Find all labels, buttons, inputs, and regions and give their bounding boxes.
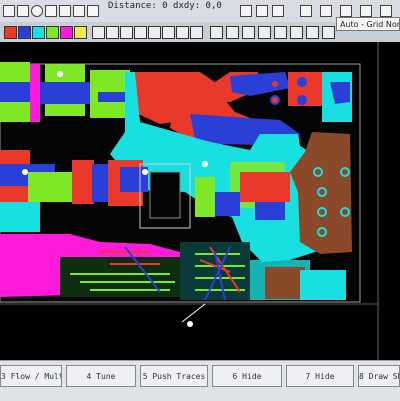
layer-swatch-icon[interactable] bbox=[74, 26, 87, 39]
unroute-icon[interactable] bbox=[306, 26, 319, 39]
tool-icon-h[interactable] bbox=[380, 5, 392, 17]
via bbox=[187, 321, 193, 327]
via bbox=[270, 95, 280, 105]
copper-pour bbox=[265, 267, 305, 299]
layer-icon[interactable] bbox=[176, 26, 189, 39]
red-pour bbox=[72, 160, 94, 204]
pcb-layout[interactable] bbox=[0, 42, 400, 360]
text-icon[interactable] bbox=[134, 26, 147, 39]
fkey-hide-2[interactable]: 7 Hide bbox=[286, 365, 354, 387]
fkey-draw-sh[interactable]: 8 Draw Sh bbox=[358, 365, 400, 387]
measure-icon[interactable] bbox=[59, 5, 71, 17]
via bbox=[313, 167, 323, 177]
via bbox=[317, 207, 327, 217]
layer-swatch-icon[interactable] bbox=[32, 26, 45, 39]
blue-trace bbox=[255, 202, 285, 220]
route-icon[interactable] bbox=[92, 26, 105, 39]
layer-swatch-icon[interactable] bbox=[18, 26, 31, 39]
blue-trace bbox=[98, 92, 126, 102]
arc-icon[interactable] bbox=[258, 26, 271, 39]
via bbox=[270, 79, 280, 89]
layer-swatch-icon[interactable] bbox=[4, 26, 17, 39]
align-icon[interactable] bbox=[210, 26, 223, 39]
distance-readout: Distance: 0 dxdy: 0,0 bbox=[108, 1, 222, 11]
layer-swatch-icon[interactable] bbox=[46, 26, 59, 39]
via-icon[interactable] bbox=[31, 5, 43, 17]
settings-icon[interactable] bbox=[322, 26, 335, 39]
zoom-icon[interactable] bbox=[17, 5, 29, 17]
cursor-line bbox=[181, 303, 206, 323]
highlight-icon[interactable] bbox=[290, 26, 303, 39]
layer-swatch-icon[interactable] bbox=[60, 26, 73, 39]
via bbox=[202, 161, 208, 167]
via bbox=[297, 95, 307, 105]
via-icon[interactable] bbox=[106, 26, 119, 39]
tool-icon-e[interactable] bbox=[320, 5, 332, 17]
properties-icon[interactable] bbox=[87, 5, 99, 17]
tool-icon-b[interactable] bbox=[256, 5, 268, 17]
cyan-pour bbox=[0, 202, 40, 232]
select-icon[interactable] bbox=[3, 5, 15, 17]
cyan-pour bbox=[300, 270, 346, 300]
ic-body bbox=[149, 171, 181, 219]
red-pour bbox=[240, 172, 290, 202]
copper-pour-icon[interactable] bbox=[120, 26, 133, 39]
split-icon[interactable] bbox=[242, 26, 255, 39]
dimension-icon[interactable] bbox=[148, 26, 161, 39]
via bbox=[22, 169, 28, 175]
tool-icon-f[interactable] bbox=[340, 5, 352, 17]
glue-icon[interactable] bbox=[226, 26, 239, 39]
blue-trace bbox=[92, 164, 110, 202]
fkey-push-traces[interactable]: 5 Push Traces bbox=[140, 365, 208, 387]
magenta-strip bbox=[30, 64, 40, 122]
tool-icon-g[interactable] bbox=[360, 5, 372, 17]
grid-mode-select[interactable]: Auto - Grid None bbox=[336, 17, 400, 31]
flip-icon[interactable] bbox=[190, 26, 203, 39]
green-pour bbox=[195, 177, 215, 217]
via bbox=[317, 227, 327, 237]
tool-icon-d[interactable] bbox=[300, 5, 312, 17]
route-icon[interactable] bbox=[45, 5, 57, 17]
via bbox=[340, 207, 350, 217]
sketch-icon[interactable] bbox=[274, 26, 287, 39]
grid-icon[interactable] bbox=[73, 5, 85, 17]
via bbox=[317, 187, 327, 197]
via bbox=[297, 77, 307, 87]
pcb-canvas[interactable] bbox=[0, 42, 400, 360]
fkey-hide[interactable]: 6 Hide bbox=[212, 365, 282, 387]
fkey-tune[interactable]: 4 Tune bbox=[66, 365, 136, 387]
via bbox=[340, 167, 350, 177]
drc-icon[interactable] bbox=[162, 26, 175, 39]
function-key-bar: 3 Flow / Multi 4 Tune 5 Push Traces 6 Hi… bbox=[0, 360, 400, 401]
green-pour bbox=[28, 172, 73, 202]
tool-icon-a[interactable] bbox=[240, 5, 252, 17]
tool-icon-c[interactable] bbox=[272, 5, 284, 17]
via bbox=[142, 169, 148, 175]
fkey-flow-multi[interactable]: 3 Flow / Multi bbox=[0, 365, 62, 387]
via bbox=[57, 71, 63, 77]
